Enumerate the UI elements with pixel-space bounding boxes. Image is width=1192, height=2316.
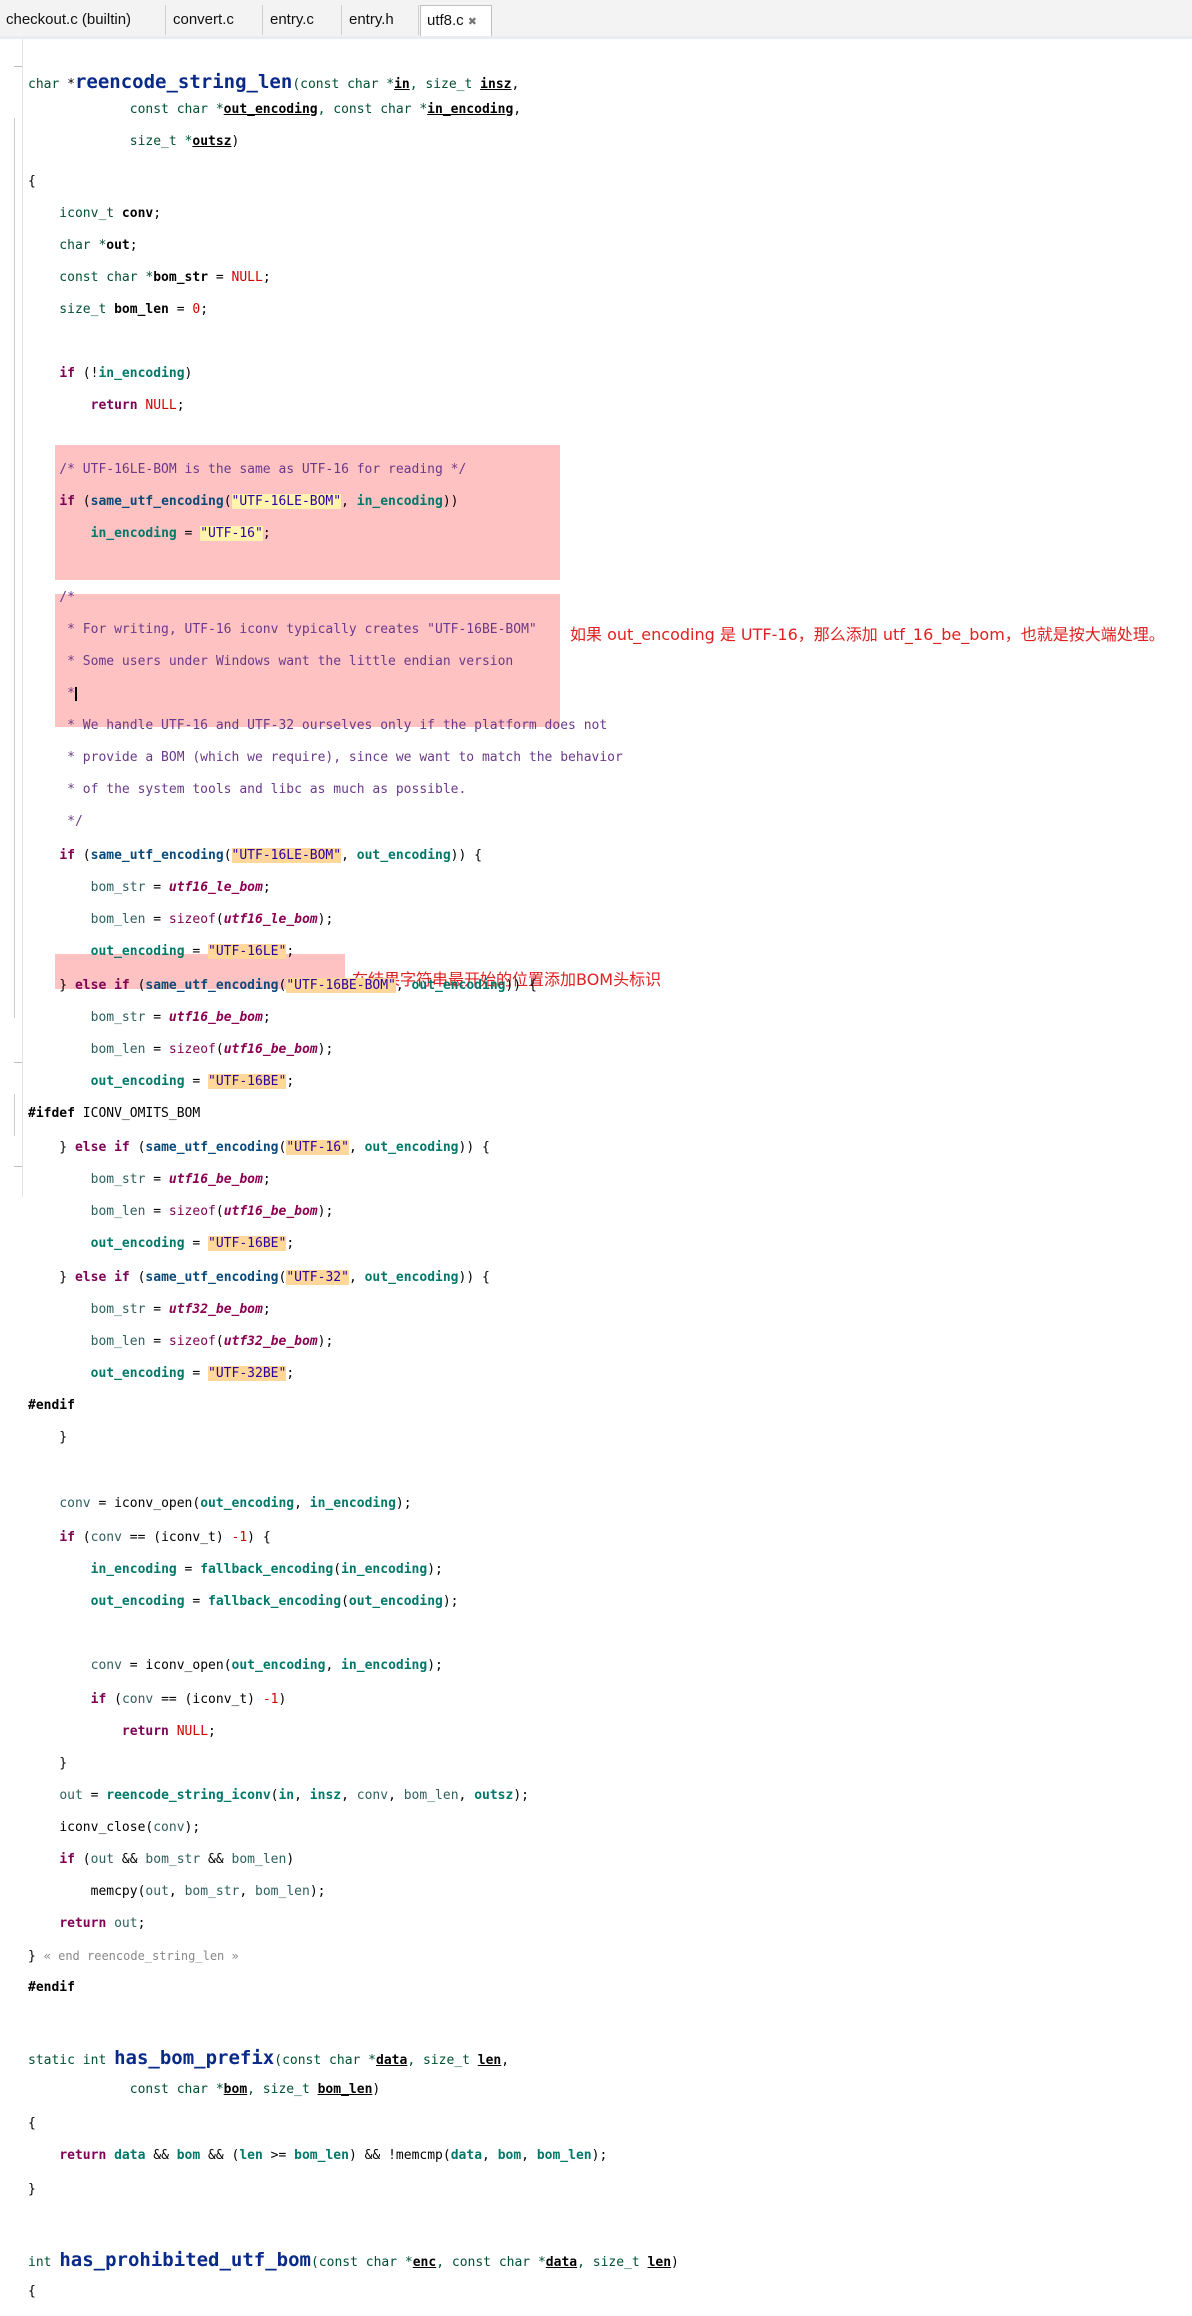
code-line: } else if (same_utf_encoding("UTF-16", o… [28,1140,490,1155]
code-line: bom_len = sizeof(utf16_be_bom); [90,1204,334,1219]
code-line: if (same_utf_encoding("UTF-16LE-BOM", in… [59,494,459,509]
code-line: conv = iconv_open(out_encoding, in_encod… [90,1658,443,1673]
code-line: memcpy(out, bom_str, bom_len); [90,1884,326,1899]
editor-gutter [0,39,22,1197]
code-line: bom_str = utf16_be_bom; [90,1172,271,1187]
code-line: bom_str = utf32_be_bom; [90,1302,271,1317]
code-line: return out; [59,1916,146,1931]
code-line: } else if (same_utf_encoding("UTF-32", o… [28,1270,490,1285]
code-line: if (!in_encoding) [59,366,193,381]
code-line: { [28,174,36,189]
code-comment: * Some users under Windows want the litt… [28,654,514,669]
code-line: size_t bom_len = 0; [28,302,209,317]
code-line: iconv_t conv; [28,206,162,221]
editor-tab-bar: checkout.c (builtin) convert.c entry.c e… [0,0,1192,37]
code-line: out_encoding = fallback_encoding(out_enc… [90,1594,459,1609]
code-line: bom_str = utf16_le_bom; [90,880,271,895]
code-line: if (conv == (iconv_t) -1) [90,1692,287,1707]
close-tab-icon[interactable]: ✖ [468,16,477,28]
code-line: out_encoding = "UTF-16BE"; [90,1074,295,1089]
code-comment: * [28,686,77,701]
code-comment: * We handle UTF-16 and UTF-32 ourselves … [28,718,608,733]
code-line: out = reencode_string_iconv(in, insz, co… [59,1788,529,1803]
tab-convert-c[interactable]: convert.c [167,5,263,35]
fold-marker-icon[interactable] [14,1062,22,1063]
code-line: int has_prohibited_utf_bom(const char *e… [28,2249,679,2271]
code-line: } [28,1756,68,1771]
code-line: return data && bom && (len >= bom_len) &… [59,2148,608,2163]
code-line: } « end reencode_string_len » [28,1949,239,1964]
gutter-divider [22,39,23,1197]
code-line: return NULL; [121,1724,216,1739]
code-line: } [28,2182,36,2197]
code-line: conv = iconv_open(out_encoding, in_encod… [59,1496,412,1511]
tab-utf8-c[interactable]: utf8.c ✖ [420,5,492,37]
fold-guide [14,118,15,1018]
code-comment: * provide a BOM (which we require), sinc… [28,750,623,765]
code-line: bom_str = utf16_be_bom; [90,1010,271,1025]
code-line: char *out; [28,238,138,253]
fold-marker-icon[interactable] [14,1166,22,1167]
code-line: } [28,1430,68,1445]
code-line: } else if (same_utf_encoding("UTF-16BE-B… [28,978,537,993]
code-comment: */ [28,814,83,829]
code-line: const char *bom_str = NULL; [28,270,271,285]
code-line: in_encoding = fallback_encoding(in_encod… [90,1562,443,1577]
code-line: bom_len = sizeof(utf16_le_bom); [90,912,334,927]
code-line: if (conv == (iconv_t) -1) { [59,1530,271,1545]
ruler-strip [0,36,1192,39]
code-line: return NULL; [90,398,185,413]
code-line: if (out && bom_str && bom_len) [59,1852,295,1867]
code-line: size_t *outsz) [28,134,240,149]
code-comment: * For writing, UTF-16 iconv typically cr… [28,622,537,637]
code-line: char *reencode_string_len(const char *in… [28,71,520,93]
code-line: { [28,2284,36,2299]
fold-marker-icon[interactable] [14,66,22,67]
code-line: out_encoding = "UTF-16BE"; [90,1236,295,1251]
code-line: out_encoding = "UTF-16LE"; [90,944,295,959]
code-line: const char *bom, size_t bom_len) [28,2082,381,2097]
code-line: const char *out_encoding, const char *in… [28,102,522,117]
code-line: in_encoding = "UTF-16"; [90,526,271,541]
code-line: bom_len = sizeof(utf32_be_bom); [90,1334,334,1349]
code-line: bom_len = sizeof(utf16_be_bom); [90,1042,334,1057]
code-line: { [28,2116,36,2131]
code-editor[interactable]: char *reencode_string_len(const char *in… [28,52,679,2316]
code-line: if (same_utf_encoding("UTF-16LE-BOM", ou… [59,848,482,863]
code-comment: /* [28,590,75,605]
tab-checkout-c[interactable]: checkout.c (builtin) [0,5,166,35]
fold-guide [14,1094,15,1136]
code-line: static int has_bom_prefix(const char *da… [28,2047,510,2069]
code-comment: * of the system tools and libc as much a… [28,782,467,797]
code-preprocessor: #endif [28,1398,75,1413]
code-comment: /* UTF-16LE-BOM is the same as UTF-16 fo… [28,462,467,477]
code-preprocessor: #ifdef ICONV_OMITS_BOM [28,1106,201,1121]
tab-entry-c[interactable]: entry.c [264,5,342,35]
code-preprocessor: #endif [28,1980,75,1995]
tab-entry-h[interactable]: entry.h [343,5,419,35]
text-cursor [74,686,77,701]
code-line: iconv_close(conv); [59,1820,201,1835]
code-line: out_encoding = "UTF-32BE"; [90,1366,295,1381]
